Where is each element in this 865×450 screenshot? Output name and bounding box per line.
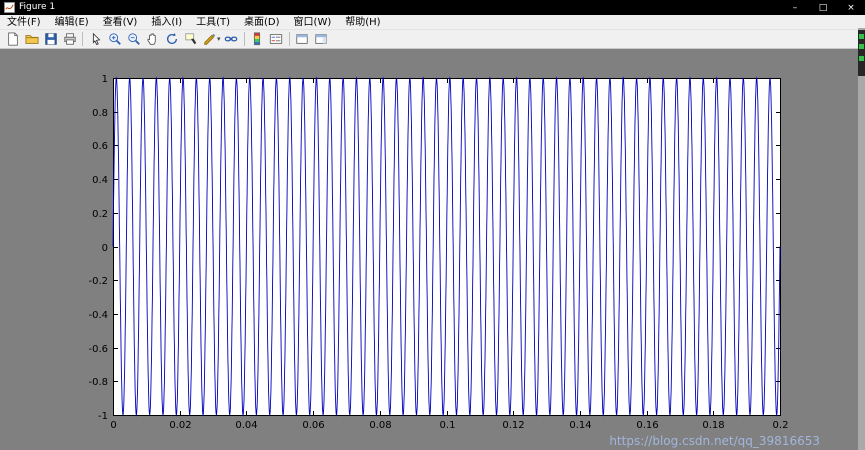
- arrow-pointer-icon: [92, 32, 100, 46]
- zoom-in-icon: [108, 33, 121, 45]
- minimize-button[interactable]: –: [781, 0, 809, 15]
- y-tick-label: -0.2: [88, 276, 108, 287]
- scrollbar-mark: [859, 56, 864, 61]
- menu-bar: 文件(F) 编辑(E) 查看(V) 插入(I) 工具(T) 桌面(D) 窗口(W) 帮助(H): [0, 15, 865, 30]
- zoom-out-icon: [127, 33, 140, 45]
- y-tick-label: 0.6: [92, 141, 108, 152]
- plot-canvas[interactable]: 0 0.02 0.04 0.06 0.08 0.1 0.12 0.14 0.16 0.18 0.2 -…: [0, 49, 865, 450]
- menu-item-tools[interactable]: 工具(T): [189, 15, 237, 30]
- rotate-3d-icon: [166, 32, 177, 45]
- y-tick-label: 0.8: [92, 108, 108, 119]
- menu-item-help[interactable]: 帮助(H): [338, 15, 387, 30]
- toolbar-separator: [288, 32, 290, 46]
- x-tick-label: 0.14: [569, 420, 591, 431]
- brush-icon: [203, 33, 215, 45]
- legend-icon: [269, 34, 283, 44]
- close-button[interactable]: ×: [837, 0, 865, 15]
- title-bar: Figure 1 – □ ×: [0, 0, 865, 15]
- toolbar-separator: [243, 32, 245, 46]
- y-tick-label: 0: [102, 243, 108, 254]
- toolbar: ▾: [0, 30, 865, 49]
- scrollbar-mark: [859, 44, 864, 49]
- x-tick-label: 0.2: [773, 420, 789, 431]
- x-tick-label: 0.02: [169, 420, 191, 431]
- figure-window: Figure 1 – □ × 文件(F) 编辑(E) 查看(V) 插入(I) 工具(T)…: [0, 0, 865, 450]
- show-plot-tools-icon: [315, 34, 327, 44]
- right-edge-scrollbar[interactable]: [858, 28, 865, 450]
- colorbar-icon: [253, 32, 261, 46]
- csdn-watermark: https://blog.csdn.net/qq_39816653: [609, 434, 820, 448]
- x-tick-label: 0: [110, 420, 116, 431]
- open-folder-icon: [24, 35, 39, 44]
- y-tick-label: -0.8: [88, 377, 108, 388]
- printer-icon: [63, 33, 76, 45]
- scrollbar-mark: [859, 34, 864, 39]
- zoom-in-button[interactable]: [105, 31, 124, 48]
- figure-canvas-area: 0 0.02 0.04 0.06 0.08 0.1 0.12 0.14 0.16 0.18 0.2 -…: [0, 49, 865, 450]
- save-floppy-icon: [44, 33, 57, 45]
- hand-pan-icon: [146, 33, 156, 45]
- figure-app-icon: [4, 2, 15, 13]
- y-tick-label: 1: [102, 74, 108, 85]
- brush-dropdown-arrow[interactable]: ▾: [217, 35, 221, 43]
- rotate-3d-button[interactable]: [162, 31, 181, 48]
- print-figure-button[interactable]: [60, 31, 79, 48]
- menu-item-view[interactable]: 查看(V): [96, 15, 145, 30]
- pan-button[interactable]: [143, 31, 162, 48]
- open-file-button[interactable]: [22, 31, 41, 48]
- link-plot-button[interactable]: [222, 31, 241, 48]
- insert-legend-button[interactable]: [267, 31, 286, 48]
- scrollbar-thumb[interactable]: [858, 30, 865, 76]
- x-tick-label: 0.18: [702, 420, 724, 431]
- x-tick-label: 0.04: [235, 420, 257, 431]
- x-tick-label: 0.08: [369, 420, 391, 431]
- save-figure-button[interactable]: [41, 31, 60, 48]
- toolbar-separator: [82, 32, 83, 46]
- maximize-button[interactable]: □: [809, 0, 837, 15]
- x-tick-label: 0.12: [502, 420, 524, 431]
- y-tick-label: 0.2: [92, 209, 108, 220]
- x-tick-label: 0.1: [440, 420, 456, 431]
- zoom-out-button[interactable]: [124, 31, 143, 48]
- x-tick-label: 0.06: [302, 420, 324, 431]
- data-cursor-icon: [184, 33, 196, 45]
- hide-plot-tools-button[interactable]: [293, 31, 312, 48]
- y-tick-label: -0.4: [88, 310, 108, 321]
- edit-plot-button[interactable]: [86, 31, 105, 48]
- show-plot-tools-button[interactable]: [312, 31, 331, 48]
- new-figure-button[interactable]: [3, 31, 22, 48]
- y-tick-label: -1: [98, 411, 108, 422]
- menu-item-insert[interactable]: 插入(I): [144, 15, 189, 30]
- y-tick-label: -0.6: [88, 344, 108, 355]
- insert-colorbar-button[interactable]: [248, 31, 267, 48]
- menu-item-edit[interactable]: 编辑(E): [48, 15, 96, 30]
- menu-item-desktop[interactable]: 桌面(D): [237, 15, 287, 30]
- data-cursor-button[interactable]: [181, 31, 200, 48]
- window-controls: – □ ×: [781, 0, 865, 15]
- hide-plot-tools-icon: [296, 34, 308, 44]
- new-figure-icon: [7, 32, 18, 46]
- menu-item-window[interactable]: 窗口(W): [287, 15, 339, 30]
- link-chain-icon: [224, 36, 238, 42]
- window-title: Figure 1: [19, 2, 56, 12]
- x-tick-label: 0.16: [636, 420, 658, 431]
- menu-item-file[interactable]: 文件(F): [0, 15, 48, 30]
- y-tick-label: 0.4: [92, 175, 108, 186]
